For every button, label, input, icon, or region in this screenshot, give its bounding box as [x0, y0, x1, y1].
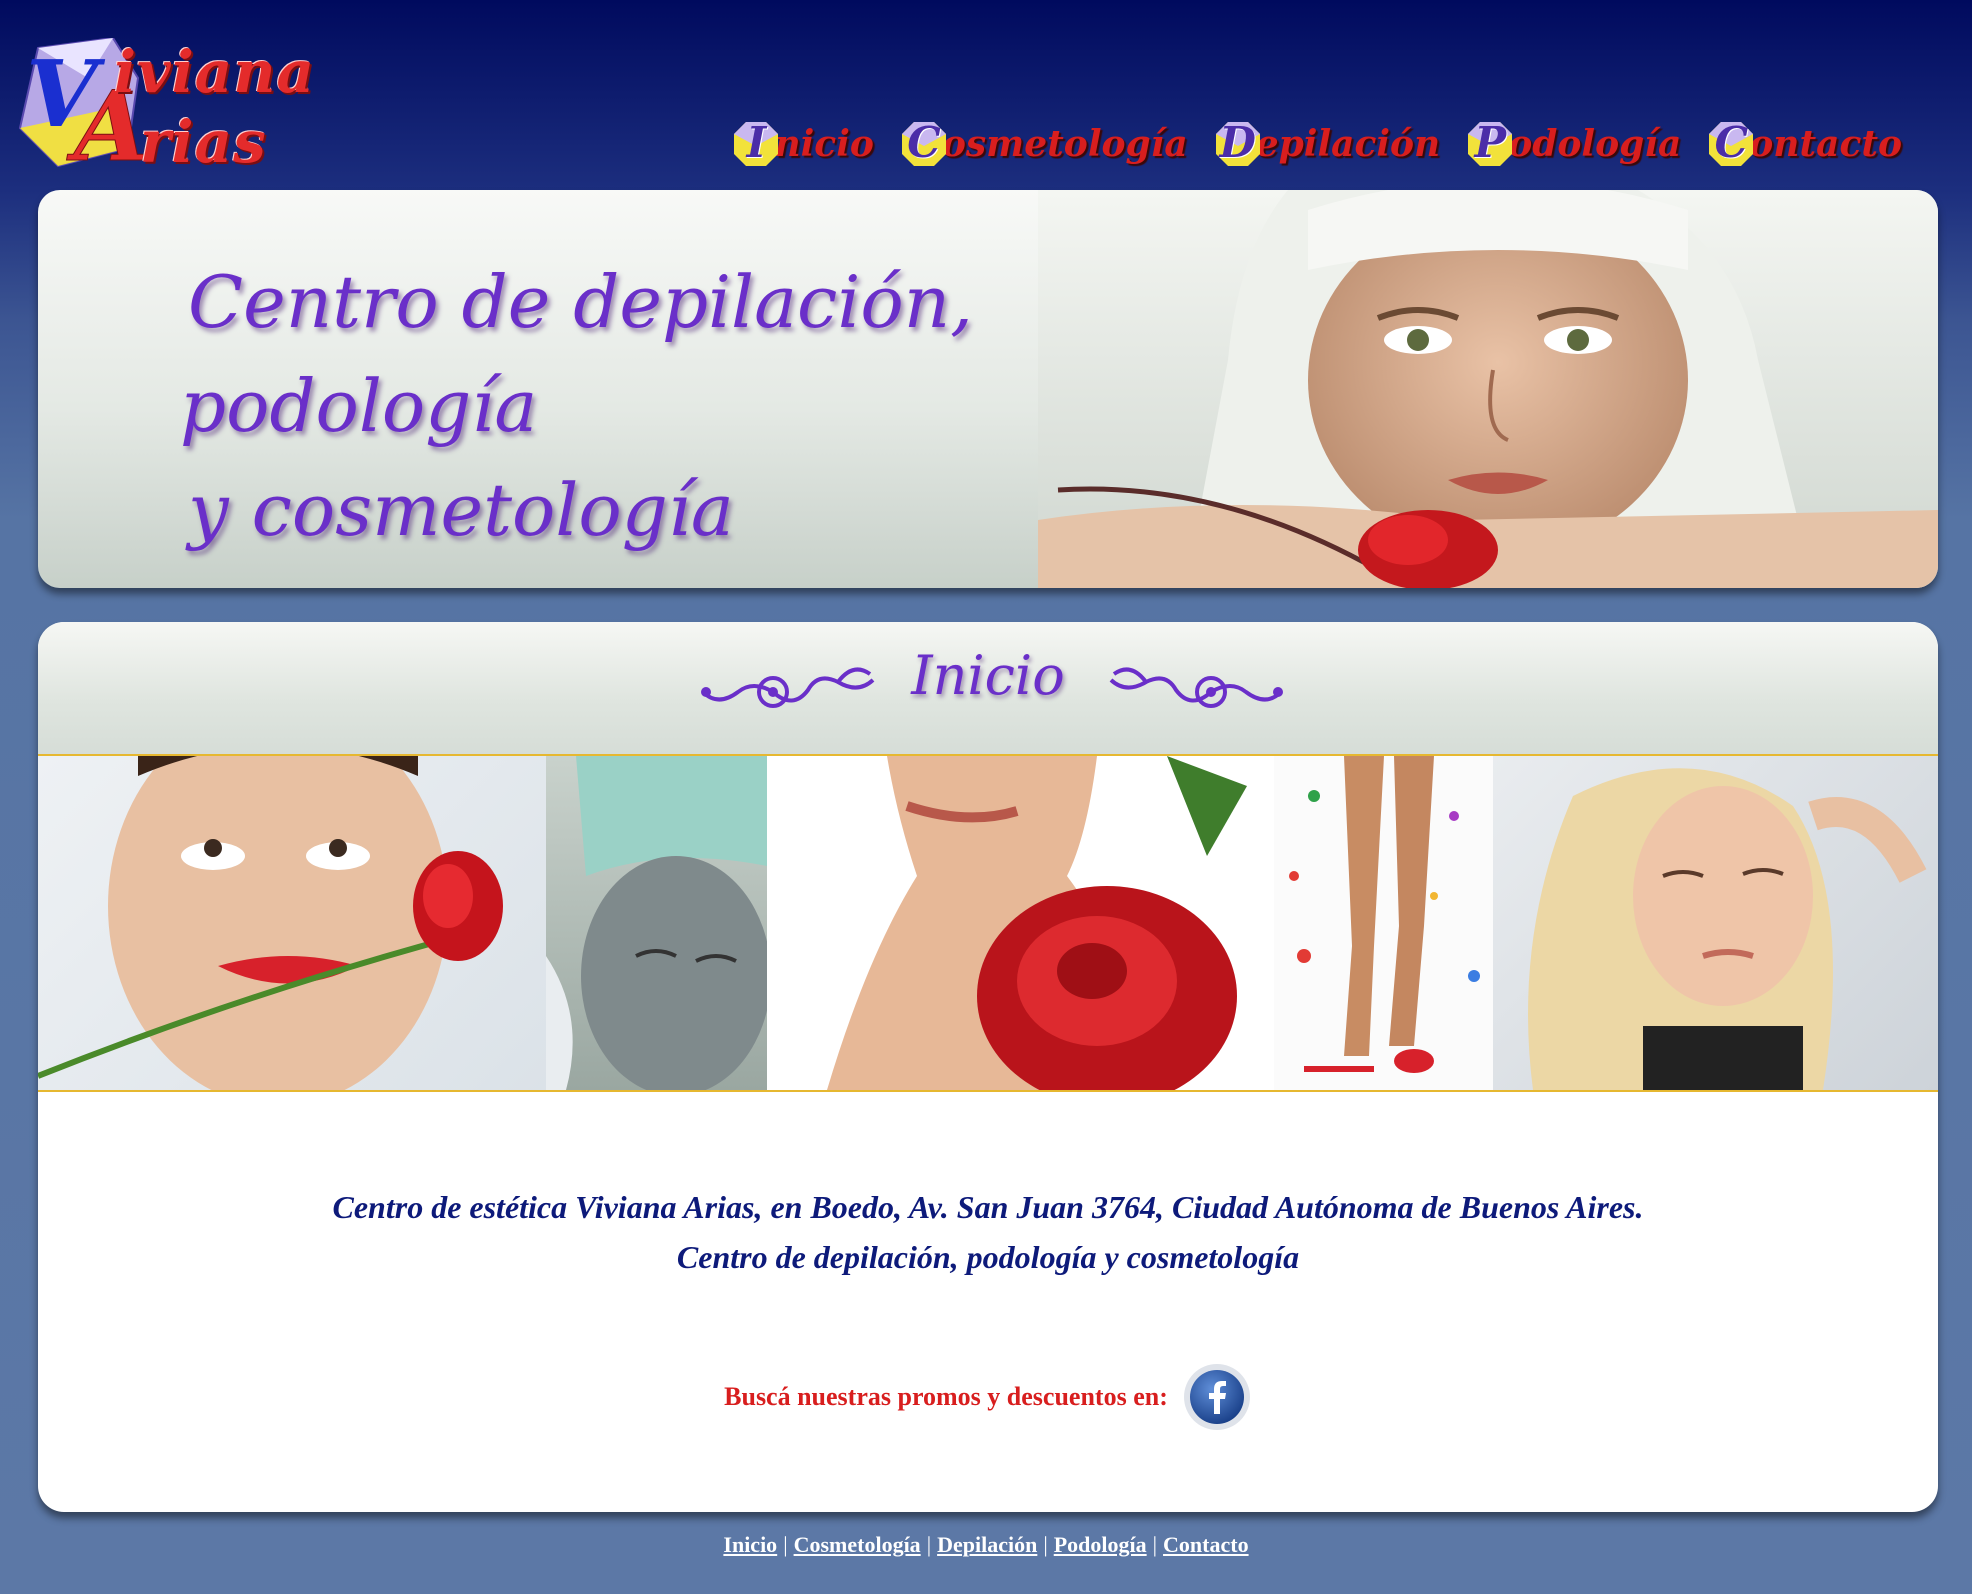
gallery-photo-woman-rose [38, 756, 546, 1090]
site-logo[interactable]: V A iviana rias [18, 38, 368, 178]
gallery-photo-legs-paint [1274, 756, 1493, 1090]
nav-badge-icon: I [732, 118, 780, 168]
nav-badge-icon: D [1214, 118, 1262, 168]
main-nav: I nicio C osmetología D epilación P odol… [732, 118, 1902, 168]
nav-item-podologia[interactable]: P odología [1466, 118, 1682, 168]
promo-text: Buscá nuestras promos y descuentos en: [724, 1382, 1168, 1411]
footer-separator: | [783, 1532, 788, 1557]
footer-links: Inicio | Cosmetología | Depilación | Podología… [0, 1532, 1972, 1558]
hero-heading: Centro de depilación, podología y cosmet… [148, 250, 973, 562]
footer-link-cosmetologia[interactable]: Cosmetología [794, 1532, 921, 1557]
footer-separator: | [1152, 1532, 1158, 1557]
hero-heading-line2: podología [180, 364, 538, 448]
logo-text-line2: rias [140, 108, 267, 176]
facebook-icon[interactable] [1182, 1362, 1252, 1432]
nav-item-contacto[interactable]: C ontacto [1707, 118, 1902, 168]
gallery-photo-face-mask [546, 756, 767, 1090]
hero-heading-line1: Centro de depilación, [188, 260, 973, 344]
section-title: Inicio [911, 644, 1065, 707]
footer-link-depilacion[interactable]: Depilación [937, 1532, 1037, 1557]
nav-label: nicio [774, 123, 874, 165]
gallery-photo-blonde-woman [1493, 756, 1938, 1090]
nav-item-depilacion[interactable]: D epilación [1214, 118, 1441, 168]
nav-label: osmetología [941, 123, 1188, 165]
footer-separator: | [1043, 1532, 1048, 1557]
hero-woman-towel-image [1038, 190, 1938, 588]
footer-link-contacto[interactable]: Contacto [1163, 1532, 1249, 1557]
intro-line-services: Centro de depilación, podología y cosmet… [676, 1239, 1300, 1275]
flourish-right-icon [1109, 667, 1283, 708]
promo-row: Buscá nuestras promos y descuentos en: [38, 1362, 1938, 1432]
footer-link-inicio[interactable]: Inicio [723, 1532, 777, 1557]
nav-item-inicio[interactable]: I nicio [732, 118, 874, 168]
nav-item-cosmetologia[interactable]: C osmetología [900, 118, 1188, 168]
nav-badge-icon: C [1707, 118, 1755, 168]
intro-text: Centro de estética Viviana Arias, en Boe… [38, 1182, 1938, 1282]
gallery-photo-neck-rose [767, 756, 1274, 1090]
photo-gallery [38, 756, 1938, 1092]
content-card: Inicio Centro de estética Viviana Arias,… [38, 622, 1938, 1512]
nav-label: ontacto [1749, 123, 1902, 165]
hero-heading-line3: y cosmetología [188, 468, 734, 552]
intro-line-address: Centro de estética Viviana Arias, en Boe… [332, 1189, 1644, 1225]
nav-badge-icon: C [900, 118, 948, 168]
footer-separator: | [926, 1532, 932, 1557]
hero-banner: Centro de depilación, podología y cosmet… [38, 190, 1938, 588]
nav-label: epilación [1255, 123, 1441, 165]
nav-label: odología [1508, 123, 1682, 165]
footer-link-podologia[interactable]: Podología [1054, 1532, 1147, 1557]
logo-text-line1: iviana [114, 38, 316, 106]
nav-badge-icon: P [1466, 118, 1514, 168]
section-header: Inicio [38, 622, 1938, 756]
